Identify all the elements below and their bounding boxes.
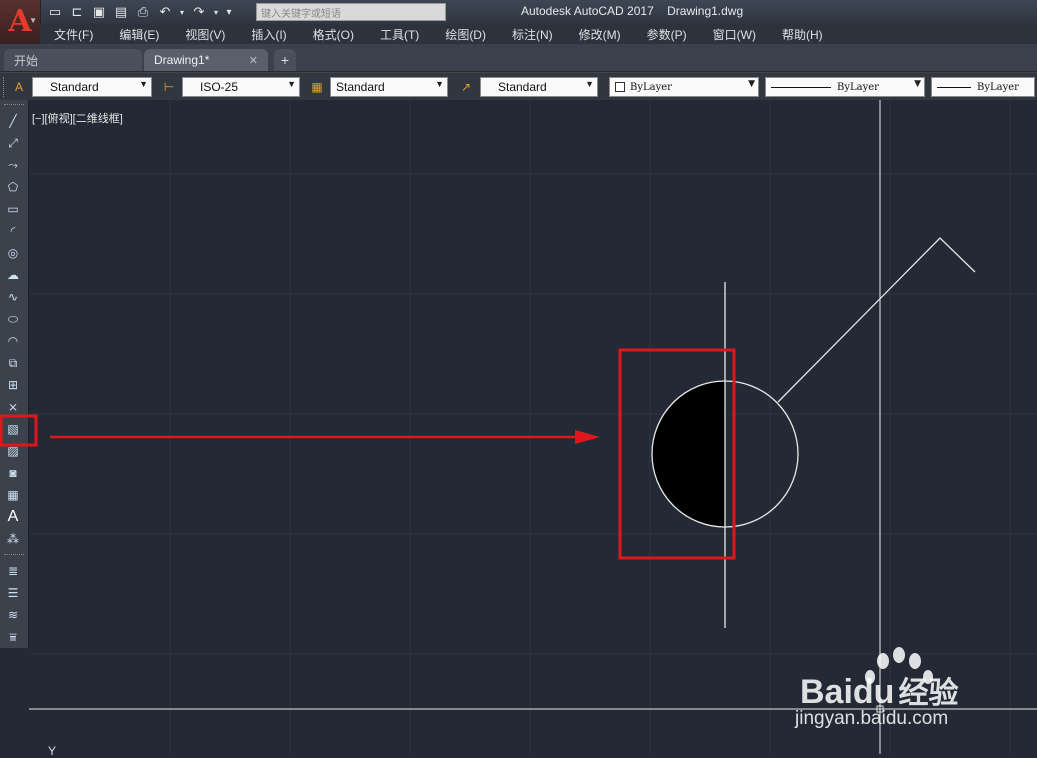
drawing-geometry [0,100,1037,754]
ucs-icon: Y [48,744,57,758]
highlight-box-tool [0,414,38,447]
filled-half-circle [652,381,725,527]
watermark-url: jingyan.baidu.com [795,708,949,729]
polyline [777,237,976,403]
watermark-brand: Baidu 经验 [800,673,959,711]
arrow-head-icon [575,430,600,444]
